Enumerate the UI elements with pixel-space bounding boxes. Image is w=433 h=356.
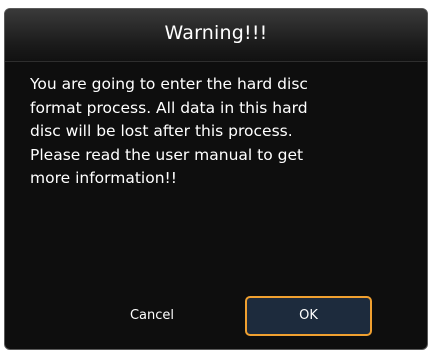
message-line: Please read the user manual to get	[30, 145, 304, 164]
message-line: You are going to enter the hard disc	[30, 75, 308, 93]
dialog-message: You are going to enter the hard disc for…	[30, 73, 390, 191]
ok-button[interactable]: OK	[245, 296, 372, 336]
message-line: disc will be lost after this process.	[30, 122, 293, 140]
dialog-title-bar: Warning!!!	[5, 9, 427, 62]
message-line: more information!!	[30, 169, 177, 187]
cancel-button[interactable]: Cancel	[112, 301, 192, 331]
message-line: format process. All data in this hard	[30, 98, 308, 117]
dialog-title: Warning!!!	[164, 22, 268, 44]
warning-dialog: Warning!!! You are going to enter the ha…	[4, 8, 428, 350]
